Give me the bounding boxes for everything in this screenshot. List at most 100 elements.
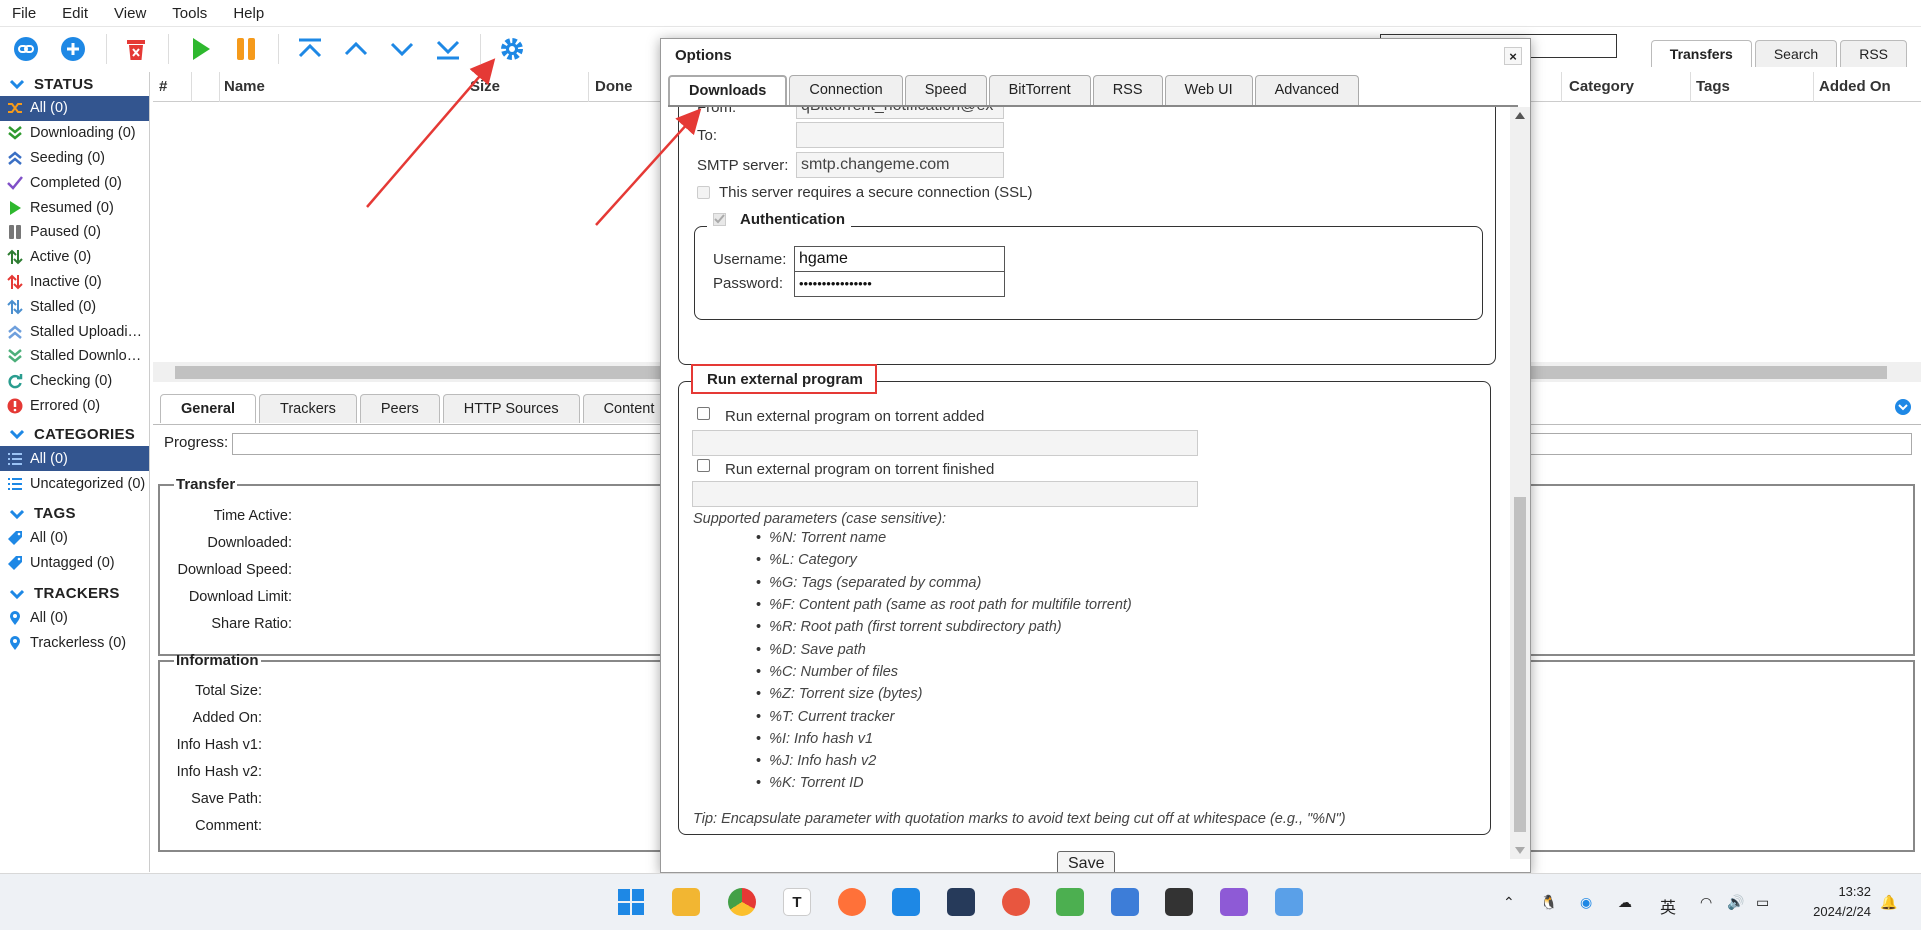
tab-peers[interactable]: Peers (359, 394, 440, 423)
col-size[interactable]: Size (470, 78, 500, 95)
chevron-up-icon[interactable]: ⌃ (1503, 894, 1515, 911)
category-uncategorized[interactable]: Uncategorized (0) (0, 471, 149, 496)
chrome-icon[interactable] (728, 888, 756, 916)
start-icon[interactable] (617, 888, 645, 916)
status-seeding[interactable]: Seeding (0) (0, 146, 149, 171)
app-icon[interactable] (1220, 888, 1248, 916)
menu-edit[interactable]: Edit (62, 5, 102, 22)
battery-icon[interactable]: ▭ (1756, 894, 1769, 911)
tracker-all[interactable]: All (0) (0, 606, 149, 631)
close-button[interactable]: × (1504, 47, 1522, 65)
smtp-server-field[interactable]: smtp.changeme.com (796, 152, 1004, 178)
status-paused[interactable]: Paused (0) (0, 220, 149, 245)
move-up-button[interactable] (340, 33, 372, 65)
tray-app-icon[interactable]: ◉ (1580, 894, 1592, 911)
tab-connection[interactable]: Connection (789, 75, 903, 105)
volume-icon[interactable]: 🔊 (1727, 894, 1744, 911)
category-all[interactable]: All (0) (0, 446, 149, 472)
tab-downloads[interactable]: Downloads (668, 75, 788, 105)
move-down-button[interactable] (386, 33, 418, 65)
run-on-added-field[interactable] (692, 430, 1198, 456)
status-resumed[interactable]: Resumed (0) (0, 195, 149, 220)
run-on-finished-checkbox[interactable] (697, 459, 710, 472)
tab-http-sources[interactable]: HTTP Sources (442, 394, 580, 423)
notepad-icon[interactable] (1111, 888, 1139, 916)
tab-rss[interactable]: RSS (1092, 75, 1163, 105)
options-button[interactable] (496, 33, 528, 65)
delete-button[interactable] (120, 33, 152, 65)
add-torrent-button[interactable] (57, 33, 89, 65)
tab-bittorrent[interactable]: BitTorrent (988, 75, 1091, 105)
ime-indicator[interactable]: 英 (1660, 894, 1676, 918)
pause-button[interactable] (230, 33, 262, 65)
wifi-icon[interactable]: ◠ (1700, 894, 1712, 911)
status-all[interactable]: All (0) (0, 96, 149, 121)
menu-help[interactable]: Help (233, 5, 278, 22)
tab-transfers[interactable]: Transfers (1650, 40, 1752, 67)
status-downloading[interactable]: Downloading (0) (0, 121, 149, 146)
authentication-checkbox[interactable] (713, 213, 726, 226)
firefox-icon[interactable] (838, 888, 866, 916)
col-added-on[interactable]: Added On (1819, 78, 1891, 95)
tag-all[interactable]: All (0) (0, 526, 149, 551)
status-stalled-downloading[interactable]: Stalled Downlo… (0, 344, 149, 369)
trackers-header[interactable]: TRACKERS (0, 582, 149, 606)
username-field[interactable]: hgame (794, 246, 1005, 272)
cloud-icon[interactable]: ☁ (1618, 894, 1632, 911)
scroll-down-icon[interactable] (1515, 847, 1525, 855)
password-field[interactable]: •••••••••••••••• (794, 271, 1005, 297)
run-on-added-checkbox[interactable] (697, 407, 710, 420)
terminal-icon[interactable] (1165, 888, 1193, 916)
collapse-panel-icon[interactable] (1895, 399, 1911, 415)
spiral-app-icon[interactable] (1002, 888, 1030, 916)
col-done[interactable]: Done (595, 78, 633, 95)
tracker-trackerless[interactable]: Trackerless (0) (0, 630, 149, 655)
cat-app-icon[interactable] (947, 888, 975, 916)
col-name[interactable]: Name (224, 78, 265, 95)
file-explorer-icon[interactable] (672, 888, 700, 916)
add-link-button[interactable] (10, 33, 42, 65)
scroll-up-icon[interactable] (1515, 111, 1525, 119)
tab-trackers[interactable]: Trackers (259, 394, 357, 423)
status-active[interactable]: Active (0) (0, 245, 149, 270)
status-errored[interactable]: Errored (0) (0, 394, 149, 419)
tab-rss[interactable]: RSS (1840, 40, 1907, 67)
app-icon[interactable] (1275, 888, 1303, 916)
tab-general[interactable]: General (160, 394, 256, 423)
tag-untagged[interactable]: Untagged (0) (0, 551, 149, 576)
save-button[interactable]: Save (1057, 851, 1116, 872)
tab-search[interactable]: Search (1754, 40, 1838, 67)
status-inactive[interactable]: Inactive (0) (0, 270, 149, 295)
notification-bell-icon[interactable]: 🔔 (1880, 894, 1897, 911)
app-icon[interactable] (892, 888, 920, 916)
scroll-thumb[interactable] (1514, 497, 1526, 832)
tab-speed[interactable]: Speed (904, 75, 987, 105)
move-top-button[interactable] (294, 33, 326, 65)
qq-icon[interactable]: 🐧 (1540, 894, 1557, 911)
categories-header[interactable]: CATEGORIES (0, 422, 149, 446)
status-completed[interactable]: Completed (0) (0, 170, 149, 195)
tab-advanced[interactable]: Advanced (1254, 75, 1360, 105)
move-bottom-button[interactable] (432, 33, 464, 65)
col-hash[interactable]: # (159, 78, 167, 95)
status-stalled[interactable]: Stalled (0) (0, 294, 149, 319)
status-header[interactable]: STATUS (0, 72, 149, 96)
col-category[interactable]: Category (1569, 78, 1634, 95)
typora-icon[interactable]: T (783, 888, 811, 916)
clock[interactable]: 13:32 2024/2/24 (1813, 882, 1871, 922)
menu-view[interactable]: View (114, 5, 160, 22)
status-checking[interactable]: Checking (0) (0, 369, 149, 394)
menu-file[interactable]: File (12, 5, 50, 22)
tab-web-ui[interactable]: Web UI (1164, 75, 1253, 105)
ssl-checkbox[interactable] (697, 186, 710, 199)
from-field[interactable]: qBittorrent_notification@ex (796, 107, 1004, 119)
to-field[interactable] (796, 122, 1004, 148)
col-tags[interactable]: Tags (1696, 78, 1730, 95)
resume-button[interactable] (184, 33, 216, 65)
options-scrollbar[interactable] (1510, 107, 1530, 859)
run-on-finished-field[interactable] (692, 481, 1198, 507)
tags-header[interactable]: TAGS (0, 502, 149, 526)
status-stalled-uploading[interactable]: Stalled Uploadi… (0, 319, 149, 344)
app-icon[interactable] (1056, 888, 1084, 916)
menu-tools[interactable]: Tools (172, 5, 221, 22)
